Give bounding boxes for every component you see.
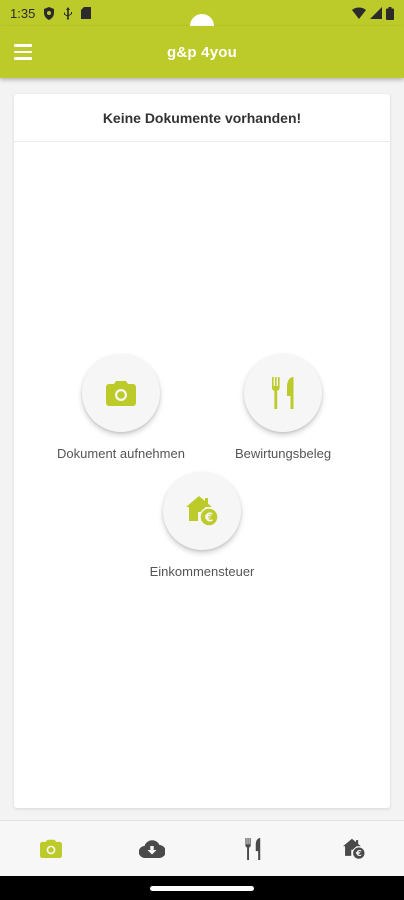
empty-message: Keine Dokumente vorhanden!	[14, 94, 390, 142]
action-dokument-aufnehmen: Dokument aufnehmen	[41, 354, 201, 461]
svg-text:€: €	[204, 511, 213, 525]
income-tax-button[interactable]: €	[163, 472, 241, 550]
cell-signal-icon	[370, 7, 382, 19]
menu-button[interactable]	[14, 40, 40, 64]
restaurant-icon	[244, 837, 260, 860]
app-title: g&p 4you	[167, 43, 237, 61]
nav-download[interactable]	[122, 829, 182, 869]
home-gesture-handle[interactable]	[150, 886, 254, 891]
action-bewirtungsbeleg: Bewirtungsbeleg	[203, 354, 363, 461]
usb-icon	[64, 6, 73, 20]
house-euro-icon: €	[186, 496, 219, 527]
status-icons-right	[352, 6, 394, 20]
action-label: Einkommensteuer	[149, 564, 255, 579]
nav-receipt[interactable]	[223, 829, 283, 869]
shield-icon	[44, 6, 55, 20]
action-label: Bewirtungsbeleg	[234, 446, 332, 461]
camera-icon	[39, 839, 62, 858]
take-document-button[interactable]	[82, 354, 160, 432]
cloud-download-icon	[138, 840, 165, 858]
status-icons-left	[43, 6, 92, 20]
menu-icon	[14, 44, 32, 47]
bottom-navigation: €	[0, 820, 404, 876]
wifi-icon	[352, 7, 366, 19]
sim-card-icon	[81, 7, 92, 19]
camera-icon	[106, 381, 136, 406]
app-bar: g&p 4you	[0, 26, 404, 78]
system-navigation-bar	[0, 876, 404, 900]
house-euro-icon: €	[342, 838, 366, 860]
battery-icon	[386, 6, 394, 20]
entertainment-receipt-button[interactable]	[244, 354, 322, 432]
svg-text:€: €	[354, 848, 361, 858]
status-time: 1:35	[10, 5, 36, 21]
nav-camera[interactable]	[21, 829, 81, 869]
nav-income-tax[interactable]: €	[324, 829, 384, 869]
restaurant-icon	[272, 377, 294, 409]
action-label: Dokument aufnehmen	[57, 446, 185, 461]
action-einkommensteuer: € Einkommensteuer	[122, 472, 282, 579]
documents-card: Keine Dokumente vorhanden! Dokument aufn…	[14, 94, 390, 808]
